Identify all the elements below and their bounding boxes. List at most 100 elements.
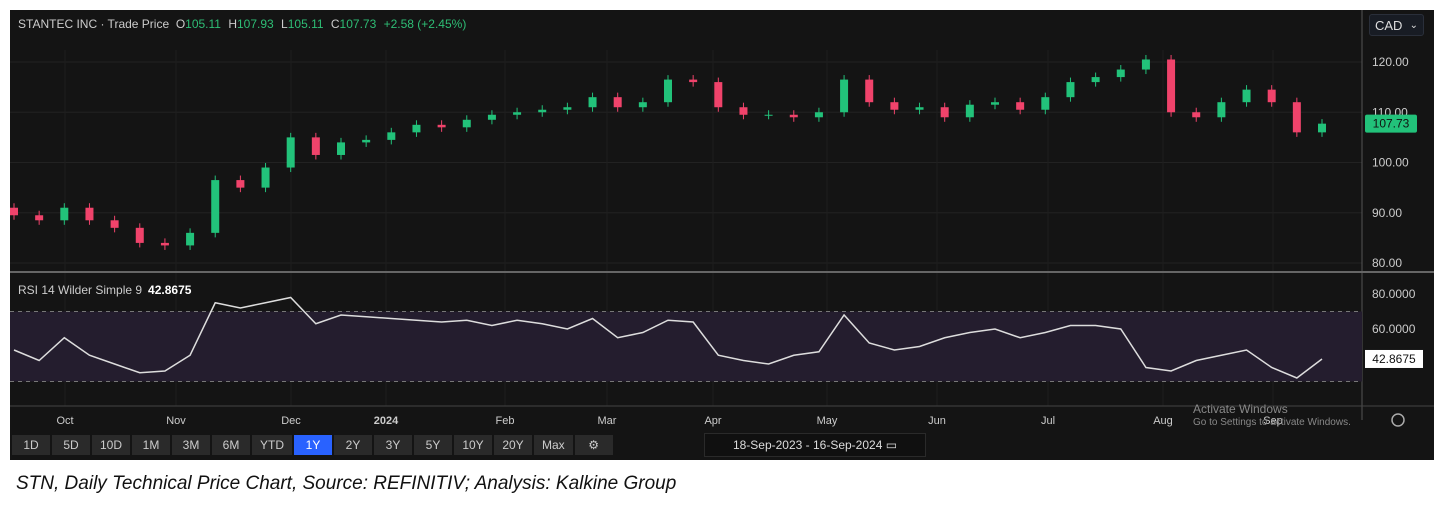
range-button-1y[interactable]: 1Y	[294, 435, 333, 455]
candle-body	[211, 180, 220, 233]
range-button-10d[interactable]: 10D	[92, 435, 131, 455]
price-tick-label: 100.00	[1372, 156, 1409, 170]
range-button-5d[interactable]: 5D	[52, 435, 90, 455]
price-tick-label: 90.00	[1372, 206, 1402, 220]
candle-body	[286, 137, 295, 168]
candle-body	[60, 207, 69, 221]
watermark-line2: Go to Settings to activate Windows.	[1193, 417, 1351, 428]
figure-caption: STN, Daily Technical Price Chart, Source…	[16, 473, 677, 494]
candle-body	[1217, 102, 1226, 118]
time-axis-label: Jul	[1041, 415, 1055, 427]
candle-body	[940, 107, 949, 118]
time-axis-label: 2024	[374, 415, 399, 427]
candle-body	[1041, 97, 1050, 110]
candle-body	[1141, 59, 1150, 70]
time-axis-label: Jun	[928, 415, 946, 427]
currency-label: CAD	[1375, 18, 1403, 33]
candle-body	[664, 79, 672, 103]
time-axis-label: May	[817, 415, 838, 427]
candle-body	[915, 107, 924, 110]
chart-window: 120.00 110.00 100.00 90.00 80.00 Oct Nov Dec 202…	[10, 10, 1434, 460]
chart-header: STANTEC INC · Trade Price O105.11 H107.9…	[18, 17, 470, 31]
candle-body	[135, 227, 144, 243]
close-label: C	[330, 17, 340, 31]
time-axis-label: Apr	[704, 415, 721, 427]
candle-body	[387, 132, 396, 140]
time-axis-label: Feb	[496, 415, 515, 427]
candle-body	[186, 232, 195, 246]
candle-body	[1167, 59, 1176, 113]
candle-body	[311, 137, 320, 155]
candle-body	[362, 139, 371, 143]
range-button-3y[interactable]: 3Y	[374, 435, 413, 455]
candle-body	[588, 97, 597, 108]
range-button-max[interactable]: Max	[534, 435, 573, 455]
range-button-6m[interactable]: 6M	[212, 435, 251, 455]
candle-body	[261, 167, 270, 188]
time-axis-label: Aug	[1153, 415, 1173, 427]
candle-body	[35, 215, 44, 221]
instrument-title: STANTEC INC · Trade Price	[18, 17, 170, 31]
candle-body	[1066, 82, 1075, 98]
date-range-text: 18-Sep-2023 - 16-Sep-2024	[732, 438, 883, 452]
price-tick-label: 120.00	[1372, 55, 1409, 69]
time-axis-label: Mar	[598, 415, 617, 427]
price-tick-label: 80.00	[1372, 256, 1402, 270]
range-button-2y[interactable]: 2Y	[334, 435, 373, 455]
settings-gear-icon[interactable]: ⚙	[574, 435, 613, 455]
candle-body	[991, 102, 999, 105]
close-value: 107.73	[339, 17, 377, 31]
chart-canvas[interactable]: 120.00110.00100.0090.0080.00Oct Nov Dec 202…	[10, 10, 1434, 460]
candle-body	[85, 207, 94, 221]
rsi-tick-label: 80.0000	[1372, 287, 1416, 301]
last-price-value: 107.73	[1373, 117, 1410, 131]
time-axis-label: Oct	[56, 415, 73, 427]
candle-body	[814, 112, 823, 118]
candle-body	[1091, 77, 1100, 83]
date-range-picker[interactable]: 18-Sep-2023 - 16-Sep-2024 ▭	[704, 433, 926, 457]
change-value: +2.58 (+2.45%)	[383, 17, 467, 31]
candle-body	[739, 107, 748, 115]
rsi-tick-label: 60.0000	[1372, 322, 1416, 336]
candle-body	[160, 242, 169, 246]
candle-body	[764, 114, 773, 116]
candle-body	[865, 79, 874, 103]
chevron-down-icon: ⌄	[1409, 20, 1418, 31]
candle-body	[462, 119, 471, 128]
candle-body	[965, 104, 974, 118]
candle-body	[890, 102, 899, 110]
candle-body	[412, 124, 421, 133]
candle-body	[714, 82, 723, 108]
range-button-1d[interactable]: 1D	[12, 435, 50, 455]
settings-icon	[1391, 413, 1405, 427]
candle-body	[1116, 69, 1125, 78]
range-button-1m[interactable]: 1M	[132, 435, 171, 455]
candle-body	[1292, 102, 1301, 133]
candle-body	[110, 220, 119, 228]
high-value: 107.93	[236, 17, 274, 31]
rsi-tag-value: 42.8675	[1372, 352, 1416, 366]
watermark-line1: Activate Windows	[1193, 402, 1288, 416]
candle-body	[689, 79, 698, 83]
candle-body	[1192, 112, 1201, 118]
candle-body	[1267, 89, 1276, 103]
candle-body	[638, 102, 647, 108]
range-button-ytd[interactable]: YTD	[252, 435, 293, 455]
high-label: H	[228, 17, 237, 31]
calendar-icon: ▭	[885, 438, 898, 452]
candle-body	[236, 180, 245, 188]
range-button-10y[interactable]: 10Y	[454, 435, 493, 455]
candle-body	[840, 79, 849, 113]
currency-dropdown[interactable]: CAD ⌄	[1369, 14, 1424, 36]
time-axis-label: Nov	[166, 415, 186, 427]
open-label: O	[175, 17, 186, 31]
candle-body	[1318, 123, 1326, 133]
candle-body	[538, 109, 547, 113]
range-button-3m[interactable]: 3M	[172, 435, 211, 455]
range-button-5y[interactable]: 5Y	[414, 435, 453, 455]
rsi-label: RSI 14 Wilder Simple 9	[18, 283, 143, 297]
rsi-value: 42.8675	[148, 283, 192, 297]
time-axis-label: Dec	[281, 415, 301, 427]
range-button-20y[interactable]: 20Y	[494, 435, 533, 455]
candle-body	[563, 107, 572, 110]
